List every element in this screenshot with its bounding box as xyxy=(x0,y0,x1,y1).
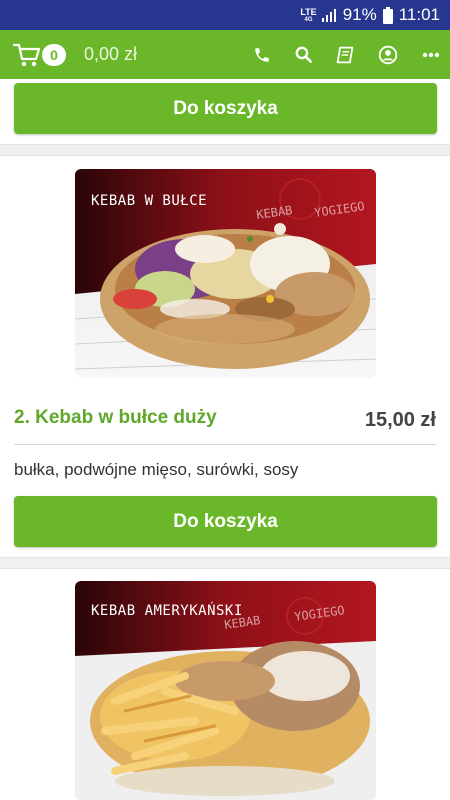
network-sub: 4G xyxy=(304,16,313,23)
product-title: 2. Kebab w bułce duży xyxy=(14,407,217,428)
more-icon xyxy=(422,52,440,57)
network-type: LTE xyxy=(300,6,317,17)
card-separator xyxy=(0,144,450,156)
menu-book-icon xyxy=(336,46,354,63)
product-price: 15,00 zł xyxy=(364,409,436,431)
search-icon xyxy=(295,46,312,63)
card-separator xyxy=(0,557,450,569)
cart-icon xyxy=(13,43,41,66)
signal-icon xyxy=(321,9,336,22)
cart-count-badge: 0 xyxy=(42,44,66,66)
battery-percent: 91% xyxy=(342,5,377,24)
more-button[interactable] xyxy=(418,30,444,79)
image-label: KEBAB W BUŁCE xyxy=(91,193,208,209)
image-label: KEBAB AMERYKAŃSKI xyxy=(91,603,243,619)
product-image[interactable]: KEBAB YOGIEGO KEBAB W BUŁCE xyxy=(75,169,376,378)
status-bar: LTE 4G 91% 11:01 xyxy=(0,0,450,30)
account-button[interactable] xyxy=(374,30,402,79)
phone-button[interactable] xyxy=(248,30,276,79)
menu-book-button[interactable] xyxy=(331,30,359,79)
product-description: bułka, podwójne mięso, surówki, sosy xyxy=(14,460,299,479)
clock: 11:01 xyxy=(398,5,440,24)
cart-total: 0,00 zł xyxy=(84,44,138,64)
add-to-cart-button[interactable]: Do koszyka xyxy=(14,83,437,134)
search-button[interactable] xyxy=(289,30,317,79)
cart-button[interactable] xyxy=(10,30,44,79)
account-icon xyxy=(378,45,398,64)
add-to-cart-button[interactable]: Do koszyka xyxy=(14,496,437,547)
status-right: LTE 4G 91% 11:01 xyxy=(300,0,440,30)
product-image[interactable]: KEBAB YOGIEGO KEBAB AMERYKAŃSKI xyxy=(75,581,376,800)
app-bar: 0 0,00 zł xyxy=(0,30,450,79)
phone-icon xyxy=(255,47,269,62)
divider xyxy=(14,444,436,445)
network-indicator: LTE 4G xyxy=(300,6,317,23)
battery-icon xyxy=(382,6,393,24)
